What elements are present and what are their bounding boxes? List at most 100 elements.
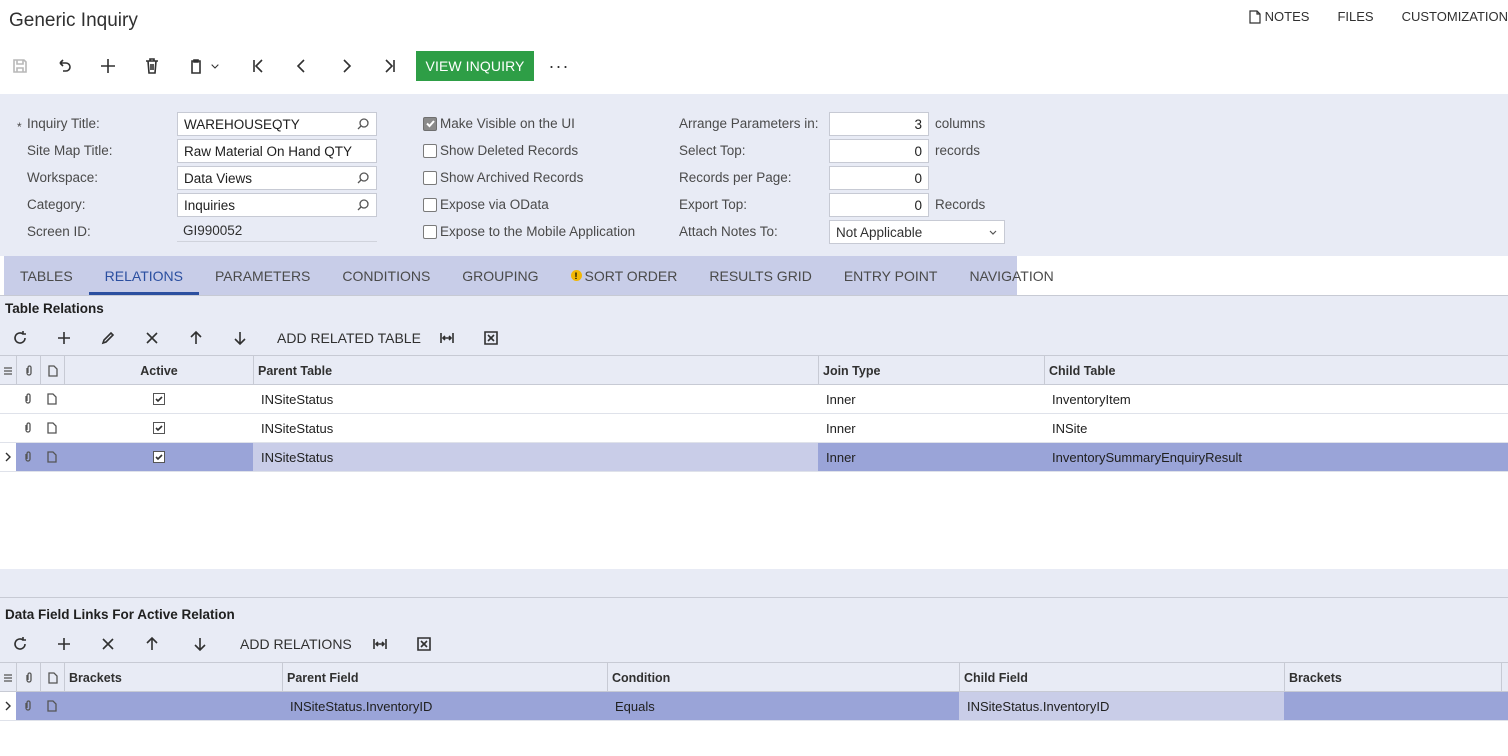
brackets-open-cell[interactable]: [64, 692, 282, 720]
attachment-cell[interactable]: [16, 443, 40, 471]
delete-row-button[interactable]: [137, 323, 167, 353]
active-cell[interactable]: [64, 414, 253, 442]
join-type-header[interactable]: Join Type: [818, 356, 1044, 385]
files-link[interactable]: FILES: [1323, 9, 1387, 24]
child-field-cell[interactable]: INSiteStatus.InventoryID: [959, 692, 1284, 720]
attachment-cell[interactable]: [16, 692, 40, 720]
brackets-close-header[interactable]: Brackets: [1284, 663, 1501, 692]
search-icon[interactable]: [356, 117, 370, 131]
child-table-header[interactable]: Child Table: [1044, 356, 1508, 385]
parent-table-header[interactable]: Parent Table: [253, 356, 818, 385]
search-icon[interactable]: [356, 171, 370, 185]
expose-mobile-checkbox[interactable]: Expose to the Mobile Application: [423, 224, 635, 239]
category-field[interactable]: Inquiries: [177, 193, 377, 217]
refresh-button[interactable]: [5, 323, 35, 353]
checkbox-checked[interactable]: [152, 451, 165, 463]
show-archived-checkbox[interactable]: Show Archived Records: [423, 170, 583, 185]
first-record-button[interactable]: [243, 50, 273, 82]
previous-record-button[interactable]: [287, 50, 317, 82]
tab-grouping[interactable]: GROUPING: [446, 256, 554, 295]
parent-field-header[interactable]: Parent Field: [282, 663, 607, 692]
tab-results-grid[interactable]: RESULTS GRID: [693, 256, 827, 295]
note-cell[interactable]: [40, 414, 64, 442]
tab-tables[interactable]: TABLES: [4, 256, 89, 295]
export-top-field[interactable]: 0: [829, 193, 929, 217]
fit-columns-button[interactable]: [365, 629, 395, 659]
select-top-field[interactable]: 0: [829, 139, 929, 163]
tab-parameters[interactable]: PARAMETERS: [199, 256, 326, 295]
fit-columns-button[interactable]: [432, 323, 462, 353]
attachment-cell[interactable]: [16, 385, 40, 413]
site-map-title-field[interactable]: Raw Material On Hand QTY: [177, 139, 377, 163]
move-up-button[interactable]: [137, 629, 167, 659]
add-related-table-button[interactable]: ADD RELATED TABLE: [277, 323, 421, 353]
customization-link[interactable]: CUSTOMIZATION: [1388, 9, 1508, 24]
inquiry-title-field[interactable]: WAREHOUSEQTY: [177, 112, 377, 136]
attachment-cell[interactable]: [16, 414, 40, 442]
more-button[interactable]: ···: [544, 50, 574, 82]
attach-notes-select[interactable]: Not Applicable: [829, 220, 1005, 244]
next-record-button[interactable]: [331, 50, 361, 82]
undo-button[interactable]: [49, 50, 79, 82]
tab-entry-point[interactable]: ENTRY POINT: [828, 256, 954, 295]
brackets-close-cell[interactable]: [1284, 692, 1508, 720]
records-per-page-field[interactable]: 0: [829, 166, 929, 190]
add-row-button[interactable]: [49, 629, 79, 659]
condition-cell[interactable]: Equals: [607, 692, 959, 720]
parent-field-cell[interactable]: INSiteStatus.InventoryID: [282, 692, 607, 720]
table-row-selected[interactable]: INSiteStatus Inner InventorySummaryEnqui…: [0, 443, 1508, 472]
add-relations-button[interactable]: ADD RELATIONS: [240, 629, 352, 659]
refresh-button[interactable]: [5, 629, 35, 659]
move-down-button[interactable]: [185, 629, 215, 659]
parent-table-cell[interactable]: INSiteStatus: [253, 443, 818, 471]
child-table-cell[interactable]: InventorySummaryEnquiryResult: [1044, 443, 1508, 471]
notes-link[interactable]: NOTES: [1235, 9, 1324, 24]
show-deleted-checkbox[interactable]: Show Deleted Records: [423, 143, 578, 158]
tab-conditions[interactable]: CONDITIONS: [326, 256, 446, 295]
note-cell[interactable]: [40, 385, 64, 413]
active-cell[interactable]: [64, 385, 253, 413]
copy-paste-dropdown[interactable]: [205, 50, 225, 82]
table-row[interactable]: INSiteStatus Inner InventoryItem: [0, 385, 1508, 414]
export-excel-button[interactable]: [409, 629, 439, 659]
tab-navigation[interactable]: NAVIGATION: [953, 256, 1069, 295]
join-type-cell[interactable]: Inner: [818, 385, 1044, 413]
expose-odata-checkbox[interactable]: Expose via OData: [423, 197, 549, 212]
move-up-button[interactable]: [181, 323, 211, 353]
child-field-header[interactable]: Child Field: [959, 663, 1284, 692]
workspace-field[interactable]: Data Views: [177, 166, 377, 190]
note-cell[interactable]: [40, 692, 64, 720]
last-record-button[interactable]: [375, 50, 405, 82]
child-table-cell[interactable]: INSite: [1044, 414, 1508, 442]
edit-button[interactable]: [93, 323, 123, 353]
delete-row-button[interactable]: [93, 629, 123, 659]
condition-header[interactable]: Condition: [607, 663, 959, 692]
export-excel-button[interactable]: [476, 323, 506, 353]
join-type-cell[interactable]: Inner: [818, 443, 1044, 471]
row-selector-header[interactable]: [0, 356, 16, 385]
move-down-button[interactable]: [225, 323, 255, 353]
checkbox-checked[interactable]: [152, 422, 165, 434]
table-row-selected[interactable]: INSiteStatus.InventoryID Equals INSiteSt…: [0, 692, 1508, 721]
make-visible-checkbox[interactable]: Make Visible on the UI: [423, 116, 575, 131]
save-button[interactable]: [5, 50, 35, 82]
search-icon[interactable]: [356, 198, 370, 212]
checkbox-checked[interactable]: [152, 393, 165, 405]
view-inquiry-button[interactable]: VIEW INQUIRY: [416, 51, 534, 81]
add-row-button[interactable]: [49, 323, 79, 353]
arrange-field[interactable]: 3: [829, 112, 929, 136]
tab-relations[interactable]: RELATIONS: [88, 256, 200, 295]
parent-table-cell[interactable]: INSiteStatus: [253, 414, 818, 442]
row-selector-header[interactable]: [0, 663, 16, 692]
parent-table-cell[interactable]: INSiteStatus: [253, 385, 818, 413]
child-table-cell[interactable]: InventoryItem: [1044, 385, 1508, 413]
active-header[interactable]: Active: [64, 356, 253, 385]
active-cell[interactable]: [64, 443, 253, 471]
brackets-open-header[interactable]: Brackets: [64, 663, 282, 692]
join-type-cell[interactable]: Inner: [818, 414, 1044, 442]
note-cell[interactable]: [40, 443, 64, 471]
add-button[interactable]: [93, 50, 123, 82]
tab-sort-order[interactable]: ! SORT ORDER: [555, 256, 694, 295]
delete-button[interactable]: [137, 50, 167, 82]
table-row[interactable]: INSiteStatus Inner INSite: [0, 414, 1508, 443]
